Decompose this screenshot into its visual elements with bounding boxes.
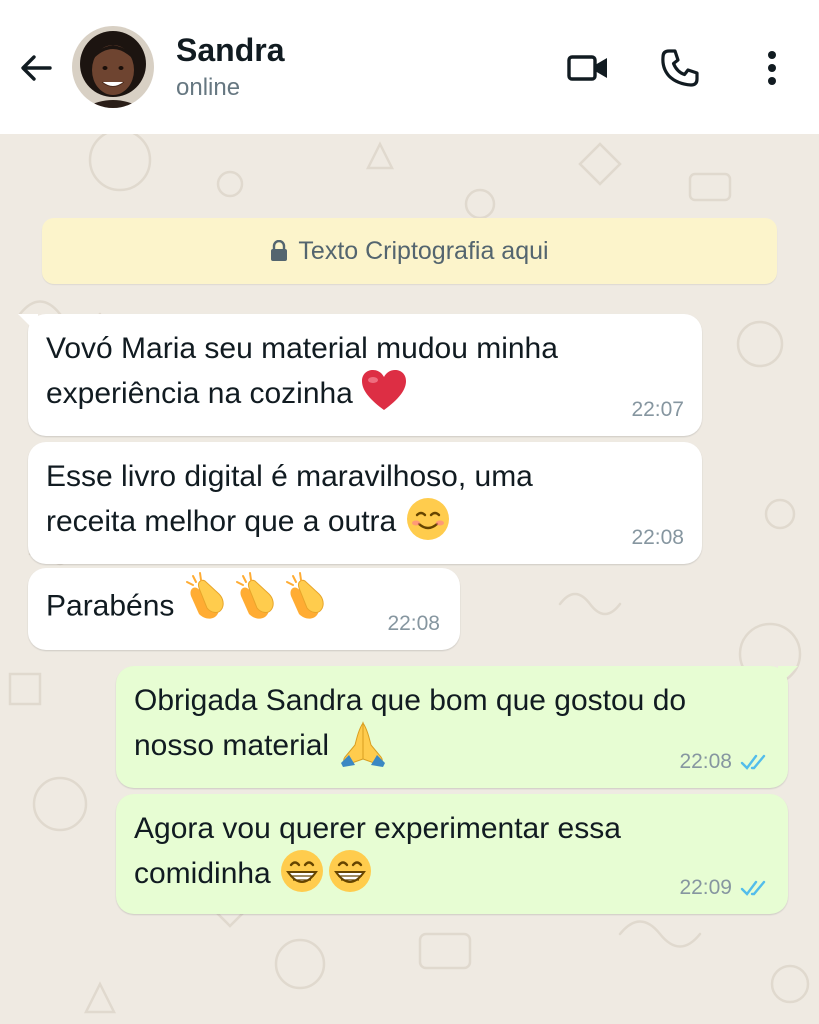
red-heart-icon [362,370,407,411]
video-camera-icon [567,55,607,81]
video-call-button[interactable] [564,44,612,92]
message-time: 22:09 [679,876,732,899]
message-line: Esse livro digital é maravilhoso, uma [46,460,533,493]
phone-icon [661,49,699,87]
chat-area[interactable]: Texto Criptografia aqui Vovó Maria seu m… [0,134,819,1024]
message-time: 22:08 [631,526,684,549]
message-line: Agora vou querer experimentar essa [134,812,621,845]
folded-hands-icon [341,721,386,768]
message-bubble-outgoing[interactable]: Obrigada Sandra que bom que gostou do no… [116,666,798,788]
message-bubble-incoming[interactable]: Parabéns 22:08 [28,568,460,650]
message-line: comidinha [134,857,271,890]
message-text: Parabéns [46,572,339,635]
contact-photo [72,26,154,108]
chat-header: Sandra online [0,0,819,134]
message-line: Parabéns [46,589,175,623]
read-double-check-icon [740,754,766,770]
back-button[interactable] [16,48,56,88]
grinning-face-icon [281,848,373,894]
arrow-left-icon [21,55,52,81]
message-bubble-outgoing[interactable]: Agora vou querer experimentar essa comid… [116,794,788,914]
message-line: Obrigada Sandra que bom que gostou do [134,684,687,717]
message-text: Obrigada Sandra que bom que gostou do no… [134,678,686,768]
contact-status: online [176,74,241,101]
lock-icon [270,240,288,262]
message-bubble-incoming[interactable]: Esse livro digital é maravilhoso, uma re… [28,442,702,564]
avatar[interactable] [72,26,154,108]
clapping-hands-icon [183,570,339,635]
message-time: 22:07 [631,398,684,421]
contact-name[interactable]: Sandra [176,32,284,69]
message-line: experiência na cozinha [46,377,353,410]
encryption-text: Texto Criptografia aqui [298,236,549,265]
message-line: receita melhor que a outra [46,505,397,538]
bubble-tail [18,314,38,334]
bubble-tail [778,666,798,686]
read-double-check-icon [740,880,766,896]
encryption-notice[interactable]: Texto Criptografia aqui [42,218,777,284]
message-text: Vovó Maria seu material mudou minha expe… [46,326,558,416]
message-time: 22:08 [387,612,440,635]
message-text: Agora vou querer experimentar essa comid… [134,806,621,896]
more-options-button[interactable] [748,44,796,92]
more-vertical-icon [768,51,776,85]
message-line: nosso material [134,729,330,762]
message-bubble-incoming[interactable]: Vovó Maria seu material mudou minha expe… [18,314,702,436]
message-line: Vovó Maria seu material mudou minha [46,332,558,365]
message-text: Esse livro digital é maravilhoso, uma re… [46,454,533,544]
message-time: 22:08 [679,750,732,773]
voice-call-button[interactable] [656,44,704,92]
smiling-face-icon [406,498,449,541]
